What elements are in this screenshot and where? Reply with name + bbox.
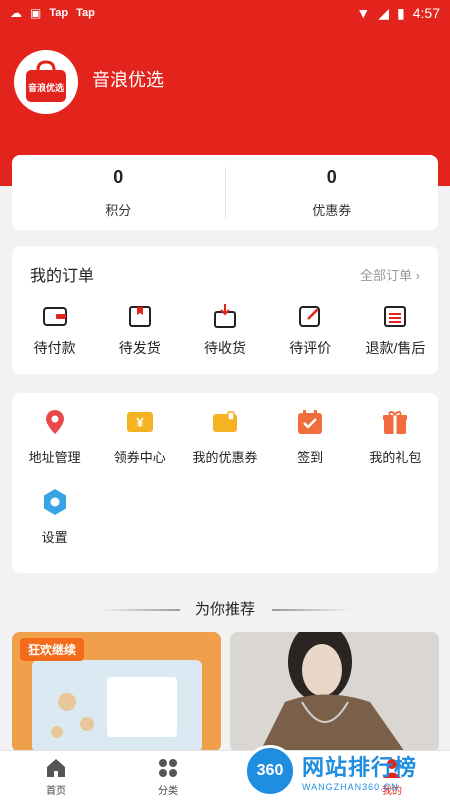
service-label: 领券中心: [113, 450, 166, 465]
product-card[interactable]: 狂欢继续: [12, 632, 221, 752]
user-icon: [383, 759, 401, 778]
home-icon: [47, 759, 65, 777]
status-app-2: Tap: [76, 7, 95, 19]
service-label: 地址管理: [28, 450, 81, 465]
coupons-value: 0: [326, 167, 337, 187]
logo-text: 音浪优选: [28, 82, 64, 93]
category-icon: [159, 759, 177, 777]
package-icon: [128, 306, 151, 327]
edit-icon: [299, 306, 321, 327]
tab-mine[interactable]: 我的: [336, 751, 448, 800]
tab-label: 首页: [46, 786, 66, 797]
order-pending-review[interactable]: 待评价: [268, 302, 353, 358]
service-my-coupons[interactable]: 我的优惠券: [182, 407, 267, 487]
order-label: 待评价: [289, 340, 332, 356]
cloud-icon: ☁: [10, 6, 22, 20]
order-label: 待收货: [204, 340, 246, 356]
service-address[interactable]: 地址管理: [12, 407, 97, 487]
service-label: 我的礼包: [369, 450, 422, 465]
coupons-label: 优惠券: [312, 203, 352, 218]
status-app-1: Tap: [49, 7, 69, 19]
avatar[interactable]: 音浪优选: [14, 50, 78, 114]
recommend-title: 为你推荐: [194, 601, 255, 618]
receive-box-icon: [214, 304, 236, 328]
points-stat[interactable]: 0 积分: [12, 155, 225, 230]
service-checkin[interactable]: 签到: [268, 407, 353, 487]
all-orders-label: 全部订单: [360, 267, 413, 283]
status-bar: ☁ ▣ Tap Tap ▼ ◢ ▮ 4:57: [0, 0, 450, 26]
order-label: 待发货: [118, 340, 161, 356]
wallet-icon: [42, 307, 67, 326]
product-image: [230, 632, 439, 752]
service-label: 设置: [41, 530, 68, 545]
cart-icon: [271, 760, 291, 773]
service-label: 签到: [297, 450, 324, 465]
stats-card: 0 积分 0 优惠券: [12, 155, 438, 230]
divider: [272, 609, 352, 611]
points-label: 积分: [105, 203, 132, 218]
wallet-card-icon: [212, 411, 237, 432]
calendar-check-icon: [298, 410, 323, 434]
coupon-yen-icon: ¥: [126, 412, 153, 432]
order-label: 退款/售后: [365, 340, 426, 356]
chevron-right-icon: ›: [415, 267, 420, 283]
product-card[interactable]: [230, 632, 439, 752]
app-name: 音浪优选: [92, 70, 164, 90]
svg-text:¥: ¥: [136, 415, 144, 430]
service-settings[interactable]: 设置: [12, 487, 97, 567]
refund-list-icon: [384, 306, 407, 327]
image-icon: ▣: [30, 6, 42, 20]
orders-title: 我的订单: [30, 268, 95, 285]
tab-label: 我的: [382, 786, 402, 797]
orders-card: 我的订单 全部订单 › 待付款 待发货 待收货 待评价 退款/售后: [12, 246, 438, 374]
tab-cart[interactable]: [224, 751, 336, 800]
battery-icon: ▮: [397, 4, 405, 21]
order-pending-shipment[interactable]: 待发货: [97, 302, 182, 358]
order-refund[interactable]: 退款/售后: [353, 302, 438, 358]
services-card: 地址管理 ¥ 领券中心 我的优惠券 签到 我的礼包 设置: [12, 393, 438, 573]
tab-bar: 首页 分类 我的: [0, 750, 450, 800]
tab-home[interactable]: 首页: [0, 751, 112, 800]
service-coupon-center[interactable]: ¥ 领券中心: [97, 407, 182, 487]
location-pin-icon: [45, 410, 64, 434]
all-orders-link[interactable]: 全部订单 ›: [360, 265, 420, 284]
order-label: 待付款: [33, 340, 76, 356]
signal-icon: ◢: [378, 4, 390, 21]
settings-icon: [43, 489, 66, 515]
gift-icon: [383, 411, 408, 434]
promo-banner: 狂欢继续: [20, 638, 85, 661]
service-label: 我的优惠券: [192, 450, 258, 465]
points-value: 0: [113, 167, 124, 187]
tab-category[interactable]: 分类: [112, 751, 224, 800]
coupons-stat[interactable]: 0 优惠券: [226, 155, 439, 230]
tab-label: 分类: [158, 786, 178, 797]
status-time: 4:57: [412, 5, 440, 21]
wifi-icon: ▼: [356, 5, 371, 21]
order-pending-receipt[interactable]: 待收货: [182, 302, 267, 358]
service-gift[interactable]: 我的礼包: [353, 407, 438, 487]
order-pending-payment[interactable]: 待付款: [12, 302, 97, 358]
shopping-bag-logo-icon: 音浪优选: [26, 60, 66, 102]
